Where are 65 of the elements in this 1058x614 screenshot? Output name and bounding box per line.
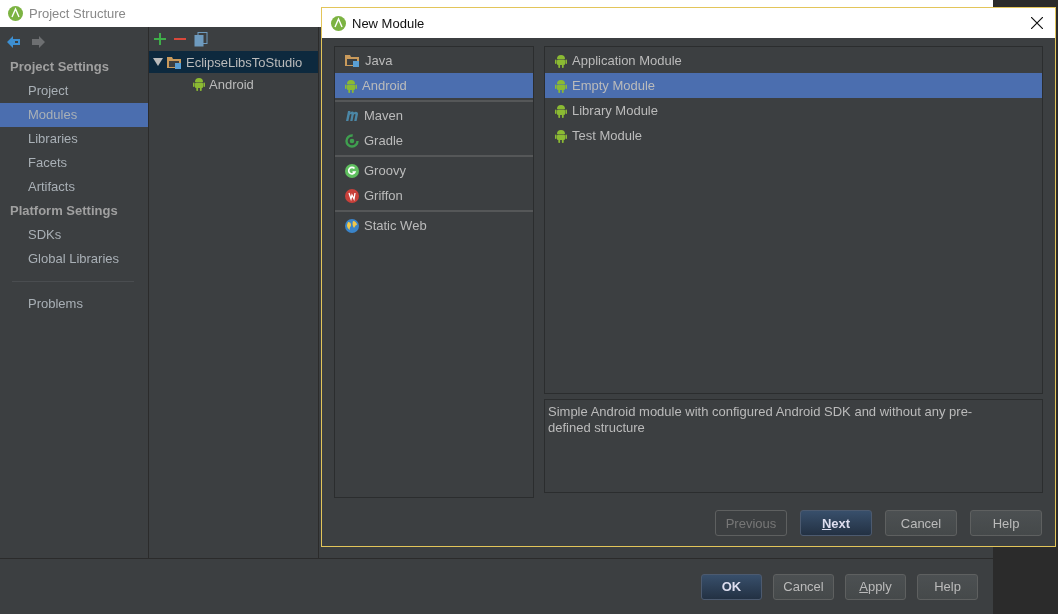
template-item[interactable]: Library Module bbox=[545, 98, 1042, 123]
copy-icon[interactable] bbox=[194, 31, 208, 47]
globe-icon bbox=[345, 218, 359, 233]
dialog-button[interactable]: OK bbox=[701, 573, 762, 600]
forward-arrow-icon[interactable] bbox=[31, 36, 45, 48]
back-arrow-icon[interactable] bbox=[7, 36, 21, 48]
module-type-item[interactable]: Maven bbox=[335, 103, 533, 128]
module-type-label: Maven bbox=[364, 108, 404, 123]
module-type-label: Java bbox=[365, 53, 393, 68]
tree-item-label: EclipseLibsToStudio bbox=[186, 54, 303, 70]
dialog-button[interactable]: Cancel bbox=[885, 510, 957, 536]
sidebar-item[interactable]: SDKs bbox=[0, 223, 148, 247]
dialog-button[interactable]: Help bbox=[970, 510, 1042, 536]
android-icon bbox=[193, 77, 205, 91]
module-type-item[interactable]: Static Web bbox=[335, 213, 533, 238]
android-icon bbox=[555, 78, 567, 93]
app-icon bbox=[331, 15, 346, 31]
tree-item-label: Android bbox=[209, 76, 254, 92]
sidebar-heading: Platform Settings bbox=[9, 202, 119, 220]
tree-item[interactable]: Android bbox=[149, 73, 318, 95]
folder-icon bbox=[345, 54, 360, 67]
sidebar-item[interactable]: Facets bbox=[0, 151, 148, 175]
template-label: Library Module bbox=[572, 103, 658, 118]
module-type-item[interactable]: Java bbox=[335, 48, 533, 73]
add-icon[interactable] bbox=[154, 33, 166, 45]
sidebar-item[interactable]: Artifacts bbox=[0, 175, 148, 199]
dialog-button[interactable]: Help bbox=[917, 573, 978, 600]
sidebar-heading: Project Settings bbox=[9, 58, 110, 76]
android-icon bbox=[555, 53, 567, 68]
template-label: Application Module bbox=[572, 53, 682, 68]
module-type-item[interactable]: Gradle bbox=[335, 128, 533, 153]
dialog-button[interactable]: Cancel bbox=[773, 573, 834, 600]
close-icon[interactable] bbox=[1031, 17, 1043, 29]
module-type-item[interactable]: Groovy bbox=[335, 158, 533, 183]
sidebar-item[interactable]: Problems bbox=[0, 292, 148, 316]
app-icon bbox=[8, 6, 23, 21]
android-icon bbox=[555, 103, 567, 118]
module-type-label: Android bbox=[362, 78, 407, 93]
template-item[interactable]: Empty Module bbox=[545, 73, 1042, 98]
module-type-item[interactable]: Griffon bbox=[335, 183, 533, 208]
tree-item[interactable]: EclipseLibsToStudio bbox=[149, 51, 318, 73]
module-type-label: Static Web bbox=[364, 218, 427, 233]
dialog-button[interactable]: Apply bbox=[845, 573, 906, 600]
groovy-icon bbox=[345, 163, 359, 178]
module-type-label: Griffon bbox=[364, 188, 403, 203]
template-item[interactable]: Test Module bbox=[545, 123, 1042, 148]
sidebar-item[interactable]: Project bbox=[0, 79, 148, 103]
template-item[interactable]: Application Module bbox=[545, 48, 1042, 73]
sidebar-item[interactable]: Libraries bbox=[0, 127, 148, 151]
maven-icon bbox=[345, 110, 359, 121]
android-icon bbox=[345, 78, 357, 93]
sidebar-item[interactable]: Global Libraries bbox=[0, 247, 148, 271]
folder-icon bbox=[167, 55, 182, 69]
dialog-title: New Module bbox=[352, 15, 425, 31]
module-type-label: Groovy bbox=[364, 163, 406, 178]
module-type-item[interactable]: Android bbox=[335, 73, 533, 98]
dialog-button[interactable]: Next bbox=[800, 510, 872, 536]
module-type-label: Gradle bbox=[364, 133, 404, 148]
gradle-icon bbox=[345, 133, 359, 148]
description-text: Simple Android module with configured Android SDK and without any pre-defined structure bbox=[544, 399, 1043, 493]
window-title: Project Structure bbox=[29, 6, 126, 21]
griffon-icon bbox=[345, 188, 359, 203]
template-label: Empty Module bbox=[572, 78, 656, 93]
template-label: Test Module bbox=[572, 128, 643, 143]
android-icon bbox=[555, 128, 567, 143]
